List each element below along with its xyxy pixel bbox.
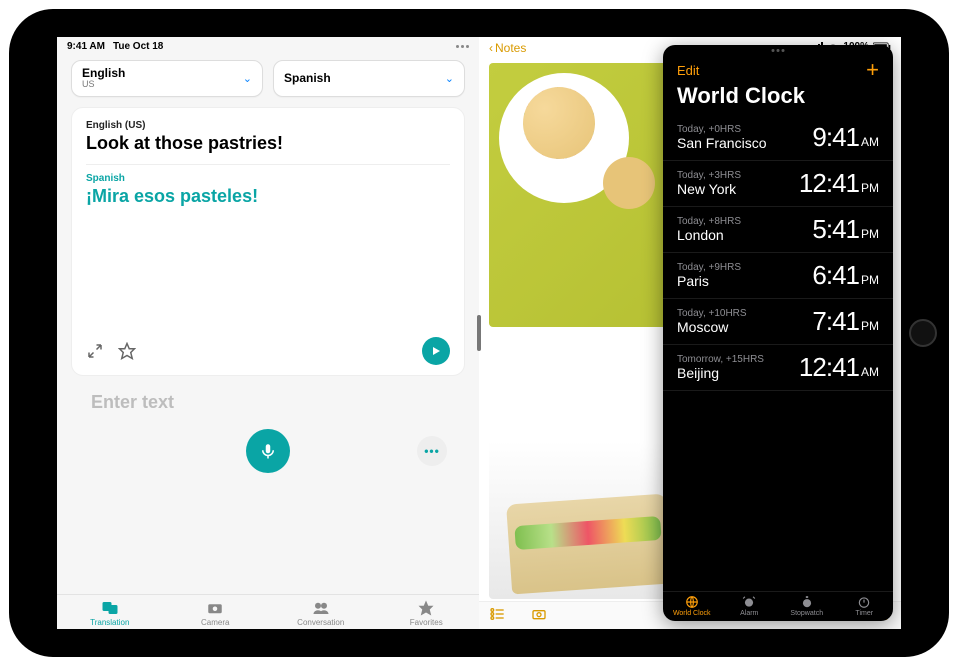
clock-time: 12:41: [799, 168, 859, 199]
tab-camera-label: Camera: [201, 618, 229, 627]
clock-row[interactable]: Today, +3HRS New York 12:41 PM: [663, 161, 893, 207]
clock-time: 9:41: [812, 122, 859, 153]
notes-back-button[interactable]: ‹ Notes: [489, 41, 526, 55]
clock-ampm: AM: [861, 365, 879, 379]
clock-ampm: PM: [861, 273, 879, 287]
slideover-grip-icon[interactable]: [772, 49, 785, 52]
tab-stopwatch-label: Stopwatch: [790, 610, 823, 617]
clock-title: World Clock: [663, 83, 893, 115]
play-audio-button[interactable]: [422, 337, 450, 365]
notes-back-label: Notes: [495, 41, 526, 55]
card-actions: [86, 337, 450, 365]
tab-translation[interactable]: Translation: [57, 599, 163, 627]
tab-translation-label: Translation: [90, 618, 129, 627]
source-label: English (US): [86, 120, 450, 131]
clock-offset: Tomorrow, +15HRS: [677, 354, 764, 365]
clock-list[interactable]: Today, +0HRS San Francisco 9:41 AM Today…: [663, 115, 893, 591]
clock-row[interactable]: Today, +8HRS London 5:41 PM: [663, 207, 893, 253]
camera-icon[interactable]: [531, 606, 547, 625]
tab-timer-label: Timer: [855, 610, 873, 617]
tab-world-clock-label: World Clock: [673, 610, 711, 617]
clock-offset: Today, +10HRS: [677, 308, 747, 319]
language-selector-row: English US ⌄ Spanish ⌄: [57, 54, 479, 107]
input-area[interactable]: Enter text: [71, 376, 465, 417]
source-language-button[interactable]: English US ⌄: [71, 60, 263, 97]
clock-offset: Today, +0HRS: [677, 124, 766, 135]
tab-stopwatch[interactable]: Stopwatch: [778, 595, 836, 617]
battery-icon: [873, 42, 891, 52]
translate-app: 9:41 AM Tue Oct 18 English US ⌄ Spanish …: [57, 37, 479, 629]
input-placeholder: Enter text: [85, 388, 451, 417]
clock-ampm: PM: [861, 181, 879, 195]
split-view-handle[interactable]: [477, 315, 481, 351]
clock-time: 12:41: [799, 352, 859, 383]
clock-time: 5:41: [812, 214, 859, 245]
tab-favorites-label: Favorites: [410, 618, 443, 627]
status-date: Tue Oct 18: [113, 41, 163, 52]
clock-ampm: PM: [861, 227, 879, 241]
chevron-down-icon: ⌄: [445, 72, 454, 85]
clock-row[interactable]: Today, +0HRS San Francisco 9:41 AM: [663, 115, 893, 161]
tab-timer[interactable]: Timer: [836, 595, 894, 617]
tab-favorites[interactable]: Favorites: [374, 599, 480, 627]
tab-camera[interactable]: Camera: [163, 599, 269, 627]
translate-tab-bar: Translation Camera Conversation Favorite…: [57, 594, 479, 629]
wifi-icon: [827, 42, 839, 52]
target-label: Spanish: [86, 173, 450, 184]
clock-city: New York: [677, 181, 741, 197]
clock-time: 7:41: [812, 306, 859, 337]
clock-offset: Today, +8HRS: [677, 216, 741, 227]
status-bar-left: 9:41 AM Tue Oct 18: [57, 37, 479, 54]
clock-row[interactable]: Today, +10HRS Moscow 7:41 PM: [663, 299, 893, 345]
clock-city: London: [677, 227, 741, 243]
clock-city: San Francisco: [677, 135, 766, 151]
screen: 9:41 AM Tue Oct 18 English US ⌄ Spanish …: [57, 37, 901, 629]
chevron-left-icon: ‹: [489, 41, 493, 55]
clock-tab-bar: World Clock Alarm Stopwatch Timer: [663, 591, 893, 621]
microphone-button[interactable]: [246, 429, 290, 473]
status-time: 9:41 AM: [67, 41, 105, 52]
clock-city: Moscow: [677, 319, 747, 335]
target-language-button[interactable]: Spanish ⌄: [273, 60, 465, 97]
translation-card: English (US) Look at those pastries! Spa…: [71, 107, 465, 376]
expand-icon[interactable]: [86, 342, 104, 360]
clock-ampm: PM: [861, 319, 879, 333]
cellular-icon: [812, 42, 823, 51]
home-button[interactable]: [909, 319, 937, 347]
clock-offset: Today, +9HRS: [677, 262, 741, 273]
tab-alarm[interactable]: Alarm: [721, 595, 779, 617]
tab-conversation-label: Conversation: [297, 618, 344, 627]
chevron-down-icon: ⌄: [243, 72, 252, 85]
target-text[interactable]: ¡Mira esos pasteles!: [86, 186, 450, 207]
target-lang-name: Spanish: [284, 72, 331, 85]
source-text[interactable]: Look at those pastries!: [86, 133, 450, 154]
clock-row[interactable]: Today, +9HRS Paris 6:41 PM: [663, 253, 893, 299]
clock-ampm: AM: [861, 135, 879, 149]
more-options-button[interactable]: •••: [417, 436, 447, 466]
clock-offset: Today, +3HRS: [677, 170, 741, 181]
favorite-star-icon[interactable]: [118, 342, 136, 360]
source-lang-sub: US: [82, 80, 125, 90]
status-bar-right: 100%: [812, 41, 891, 52]
clock-city: Beijing: [677, 365, 764, 381]
multitask-indicator-icon[interactable]: [456, 45, 469, 48]
tab-alarm-label: Alarm: [740, 610, 758, 617]
tab-conversation[interactable]: Conversation: [268, 599, 374, 627]
clock-add-button[interactable]: +: [866, 59, 879, 81]
clock-row[interactable]: Tomorrow, +15HRS Beijing 12:41 AM: [663, 345, 893, 391]
clock-slideover[interactable]: Edit + World Clock Today, +0HRS San Fran…: [663, 45, 893, 621]
divider: [86, 164, 450, 165]
clock-time: 6:41: [812, 260, 859, 291]
clock-city: Paris: [677, 273, 741, 289]
checklist-icon[interactable]: [489, 606, 505, 625]
notes-app: 100% ‹ Notes: [479, 37, 901, 629]
ipad-frame: 9:41 AM Tue Oct 18 English US ⌄ Spanish …: [9, 9, 949, 657]
clock-edit-button[interactable]: Edit: [677, 63, 699, 78]
tab-world-clock[interactable]: World Clock: [663, 595, 721, 617]
battery-percent: 100%: [843, 41, 869, 52]
